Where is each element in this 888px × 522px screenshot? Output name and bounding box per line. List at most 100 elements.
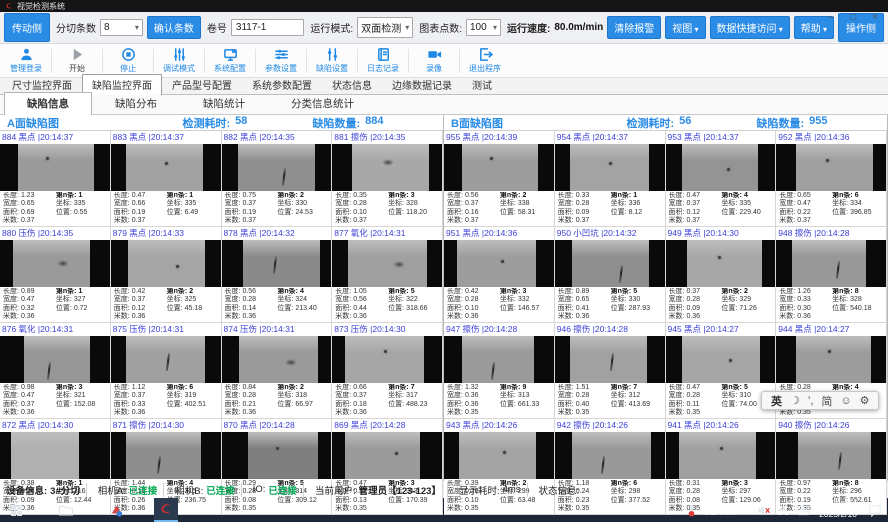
file-explorer-button[interactable] <box>54 498 78 522</box>
defect-cell[interactable]: 870 黑点 |20:14:28长度:0.29宽度:0.28面积:0.08米数:… <box>222 419 333 515</box>
defect-cell[interactable]: 874 压伤 |20:14:31长度:0.84宽度:0.28面积:0.21米数:… <box>222 323 333 419</box>
defect-cell[interactable]: 948 擦伤 |20:14:28长度:1.26宽度:0.33面积:0.30米数:… <box>776 227 887 323</box>
weather-tray-item[interactable]: 气温下降 <box>687 504 735 517</box>
defect-cell[interactable]: 876 氧化 |20:14:31长度:0.98宽度:0.47面积:0.37米数:… <box>0 323 111 419</box>
tab-5[interactable]: 边缘数据记录 <box>382 74 462 94</box>
defect-cell[interactable]: 955 黑点 |20:14:39长度:0.56宽度:0.37面积:0.16米数:… <box>444 131 555 227</box>
defect-cell[interactable]: 943 黑点 |20:14:26长度:0.39宽度:0.28面积:0.10米数:… <box>444 419 555 515</box>
ime-settings-gear-icon[interactable]: ⚙ <box>860 394 870 407</box>
defect-cell[interactable]: 945 黑点 |20:14:27长度:0.47宽度:0.28面积:0.11米数:… <box>666 323 777 419</box>
defect-cell[interactable]: 954 黑点 |20:14:37长度:0.33宽度:0.28面积:0.09米数:… <box>555 131 666 227</box>
subtab-2[interactable]: 缺陷统计 <box>180 92 268 114</box>
minimize-button[interactable]: – <box>829 13 835 23</box>
ime-emoji-icon[interactable]: ☺ <box>840 395 851 407</box>
info-label: 第n条: <box>388 384 409 392</box>
view-menu-button[interactable]: 视图 <box>665 16 705 39</box>
info-value: 329 <box>739 296 751 304</box>
action-stop-button[interactable]: 停止 <box>105 47 151 74</box>
subtab-1[interactable]: 缺陷分布 <box>92 92 180 114</box>
action-camera-button[interactable]: 录像 <box>411 47 457 74</box>
info-row: 第n条:3 <box>56 384 107 392</box>
defect-cell[interactable]: 878 黑点 |20:14:32长度:0.56宽度:0.28面积:0.14米数:… <box>222 227 333 323</box>
ime-halfwidth-moon-icon[interactable]: ☽ <box>790 394 800 407</box>
drive-side-button[interactable]: 传动侧 <box>4 13 50 42</box>
confirm-slit-button[interactable]: 确认条数 <box>147 16 201 39</box>
action-tune-button[interactable]: 调试模式 <box>156 47 202 74</box>
tray-expand-caret[interactable]: ^ <box>744 505 748 515</box>
info-row: 米数:0.35 <box>558 505 609 513</box>
info-row: 长度:0.89 <box>558 288 609 296</box>
subtab-0[interactable]: 缺陷信息 <box>4 92 92 115</box>
defect-cell[interactable]: 884 黑点 |20:14:37长度:1.23宽度:0.65面积:0.69米数:… <box>0 131 111 227</box>
defect-cell[interactable]: 946 擦伤 |20:14:28长度:1.51宽度:0.28面积:0.40米数:… <box>555 323 666 419</box>
defect-cell[interactable]: 953 黑点 |20:14:37长度:0.47宽度:0.37面积:0.12米数:… <box>666 131 777 227</box>
defect-mark <box>157 456 161 474</box>
info-row: 面积:0.09 <box>669 305 720 313</box>
close-button[interactable]: × <box>872 13 878 23</box>
info-label: 米数: <box>558 313 574 321</box>
taskbar-clock[interactable]: 20:14 2025/2/10 <box>819 500 857 520</box>
info-row: 宽度:0.28 <box>558 392 609 400</box>
info-value: 297 <box>739 488 751 496</box>
action-label: 系统配置 <box>214 63 246 74</box>
roll-number-input[interactable]: 3117-1 <box>231 19 305 36</box>
info-label: 第n条: <box>167 192 188 200</box>
start-button[interactable] <box>4 498 28 522</box>
info-row: 坐标:318 <box>277 392 328 400</box>
info-value: 0.37 <box>465 200 479 208</box>
defect-cell[interactable]: 873 压伤 |20:14:30长度:0.66宽度:0.37面积:0.18米数:… <box>332 323 443 419</box>
defect-cell[interactable]: 869 黑点 |20:14:28长度:0.47宽度:0.37面积:0.13米数:… <box>332 419 443 515</box>
defect-cell[interactable]: 951 黑点 |20:14:36长度:0.42宽度:0.28面积:0.10米数:… <box>444 227 555 323</box>
chart-points-select[interactable]: 100 <box>466 19 501 36</box>
tab-3[interactable]: 系统参数配置 <box>242 74 322 94</box>
quick-access-menu-button[interactable]: 数据快捷访问 <box>710 16 790 39</box>
pinned-app-button[interactable] <box>104 498 128 522</box>
tab-2[interactable]: 产品型号配置 <box>162 74 242 94</box>
action-journal-button[interactable]: 日志记录 <box>360 47 406 74</box>
info-value: 328 <box>406 200 418 208</box>
tab-4[interactable]: 状态信息 <box>322 74 382 94</box>
action-monitor-button[interactable]: 系统配置 <box>207 47 253 74</box>
info-label: 宽度: <box>335 392 351 400</box>
subtab-3[interactable]: 分类信息统计 <box>268 92 377 114</box>
slit-count-select[interactable]: 8 <box>100 19 143 36</box>
maximize-button[interactable]: □ <box>850 13 856 23</box>
ime-lang-toggle[interactable]: 英 <box>771 393 782 409</box>
defect-cell[interactable]: 879 黑点 |20:14:33长度:0.42宽度:0.37面积:0.12米数:… <box>111 227 222 323</box>
defect-cell[interactable]: 947 擦伤 |20:14:28长度:1.32宽度:0.36面积:0.36米数:… <box>444 323 555 419</box>
clear-alarm-button[interactable]: 清除报警 <box>607 16 661 39</box>
info-label: 长度: <box>3 288 19 296</box>
defect-cell[interactable]: 952 黑点 |20:14:36长度:0.65宽度:0.47面积:0.22米数:… <box>776 131 887 227</box>
info-value: 0.72 <box>74 305 88 313</box>
ime-punctuation-toggle[interactable]: ’, <box>808 395 814 407</box>
defect-cell[interactable]: 942 擦伤 |20:14:26长度:1.18宽度:0.24面积:0.23米数:… <box>555 419 666 515</box>
info-right-column: 第n条:1坐标:335位置:0.55 <box>56 192 107 225</box>
defect-cell[interactable]: 883 黑点 |20:14:37长度:0.47宽度:0.66面积:0.19米数:… <box>111 131 222 227</box>
defect-cell[interactable]: 875 压伤 |20:14:31长度:1.12宽度:0.37面积:0.33米数:… <box>111 323 222 419</box>
defect-cell[interactable]: 877 氧化 |20:14:31长度:1.05宽度:0.56面积:0.44米数:… <box>332 227 443 323</box>
defect-cell[interactable]: 882 黑点 |20:14:35长度:0.75宽度:0.37面积:0.19米数:… <box>222 131 333 227</box>
defect-cell[interactable]: 881 擦伤 |20:14:35长度:0.35宽度:0.28面积:0.10米数:… <box>332 131 443 227</box>
action-exit-button[interactable]: 退出程序 <box>462 47 508 74</box>
defect-cell[interactable]: 949 黑点 |20:14:30长度:0.37宽度:0.28面积:0.09米数:… <box>666 227 777 323</box>
ime-simplified-toggle[interactable]: 简 <box>821 393 832 409</box>
action-play-button[interactable]: 开始 <box>54 47 100 74</box>
action-filters-button[interactable]: 缺陷设置 <box>309 47 355 74</box>
defect-cell[interactable]: 950 小凹坑 |20:14:32长度:0.89宽度:0.65面积:0.41米数… <box>555 227 666 323</box>
volume-muted-button[interactable] <box>757 505 770 516</box>
action-user-button[interactable]: 管理登录 <box>3 47 49 74</box>
info-label: 位置: <box>611 305 627 313</box>
panel-title: A面缺陷图 <box>7 115 183 131</box>
defect-cell[interactable]: 880 压伤 |20:14:35长度:0.89宽度:0.47面积:0.32米数:… <box>0 227 111 323</box>
tab-6[interactable]: 测试 <box>462 74 502 94</box>
defect-mark <box>176 265 179 268</box>
info-label: 位置: <box>500 209 516 217</box>
touch-keyboard-icon[interactable] <box>797 505 810 516</box>
info-value: 0.10 <box>353 209 367 217</box>
tab-0[interactable]: 尺寸监控界面 <box>2 74 82 94</box>
detection-app-button[interactable] <box>154 498 178 522</box>
action-center-icon[interactable] <box>868 504 882 517</box>
action-sliders-button[interactable]: 参数设置 <box>258 47 304 74</box>
ime-language-indicator[interactable]: 英 <box>779 504 788 517</box>
run-mode-select[interactable]: 双面检测 <box>357 17 413 38</box>
